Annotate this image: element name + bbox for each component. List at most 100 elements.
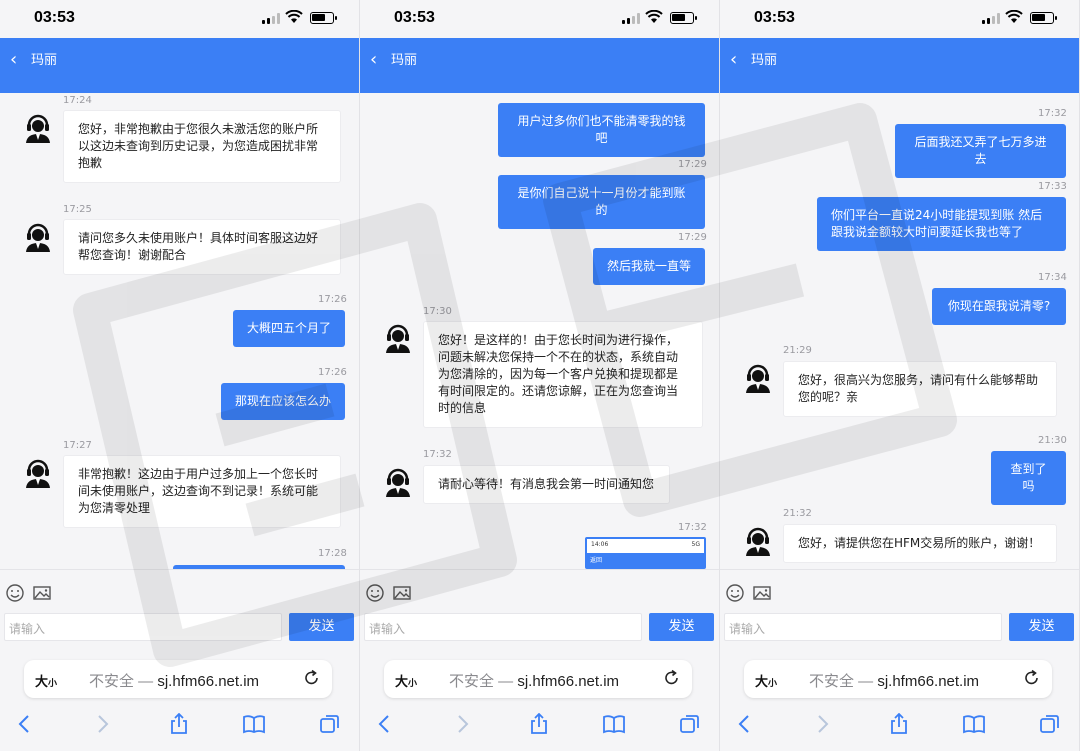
- battery-icon: [1030, 12, 1057, 24]
- back-chevron-icon[interactable]: ‹: [730, 49, 737, 70]
- outgoing-message-bubble: 查到了吗: [991, 451, 1066, 505]
- forward-icon[interactable]: [91, 713, 113, 735]
- contact-name: 玛丽: [391, 53, 418, 68]
- outgoing-message-bubble: 你们平台一直说24小时能提现到账 然后跟我说金额较大时间要延长我也等了: [817, 197, 1066, 251]
- status-bar: 03:53: [0, 0, 359, 38]
- url-display: 不安全 — sj.hfm66.net.im: [449, 670, 619, 691]
- browser-address-bar: 大小 不安全 — sj.hfm66.net.im: [0, 655, 359, 705]
- url-field[interactable]: 大小 不安全 — sj.hfm66.net.im: [24, 660, 332, 698]
- tabs-icon[interactable]: [1039, 713, 1061, 735]
- back-icon[interactable]: [14, 713, 36, 735]
- chat-area[interactable]: 17:32 后面我还又弄了七万多进去 17:33 你们平台一直说24小时能提现到…: [720, 93, 1079, 569]
- chat-area[interactable]: 用户过多你们也不能清零我的钱吧 17:29 是你们自己说十一月份才能到账的 17…: [360, 93, 719, 569]
- agent-avatar-icon: [26, 223, 50, 252]
- text-size-button[interactable]: 大小: [395, 671, 417, 690]
- outgoing-message-bubble: 大概四五个月了: [233, 310, 345, 347]
- message-timestamp: 17:28: [318, 548, 347, 559]
- text-size-large-label: 大: [35, 675, 49, 690]
- message-composer: 请输入 发送: [360, 569, 719, 655]
- incoming-message-bubble: 您好，很高兴为您服务，请问有什么能够帮助您的呢？亲: [783, 361, 1057, 417]
- forward-icon[interactable]: [451, 713, 473, 735]
- tabs-icon[interactable]: [319, 713, 341, 735]
- insecure-label: 不安全 —: [449, 673, 514, 690]
- send-button[interactable]: 发送: [649, 613, 714, 641]
- browser-toolbar: [360, 705, 719, 751]
- text-size-small-label: 小: [408, 679, 418, 689]
- message-timestamp: 17:30: [423, 306, 452, 317]
- agent-avatar-icon: [26, 459, 50, 488]
- back-icon[interactable]: [734, 713, 756, 735]
- message-timestamp: 17:27: [63, 440, 92, 451]
- send-button[interactable]: 发送: [1009, 613, 1074, 641]
- emoji-icon[interactable]: [725, 583, 745, 603]
- image-icon[interactable]: [32, 583, 52, 603]
- emoji-icon[interactable]: [365, 583, 385, 603]
- phone-screen-1: 03:53 ‹ 玛丽 17:24 您好，非常抱歉由于您很久未激活您的账户所以这边…: [0, 0, 360, 751]
- reload-icon[interactable]: [1023, 669, 1041, 687]
- outgoing-message-bubble: 你现在跟我说清零?: [932, 288, 1066, 325]
- battery-icon: [670, 12, 697, 24]
- bookmarks-icon[interactable]: [603, 713, 625, 735]
- back-chevron-icon[interactable]: ‹: [370, 49, 377, 70]
- thumbnail-time: 14:06: [591, 541, 609, 548]
- incoming-message-bubble: 您好！是这样的！由于您长时间为进行操作，问题未解决您保持一个不在的状态，系统自动…: [423, 321, 703, 428]
- message-input[interactable]: 请输入: [4, 613, 282, 641]
- message-composer: 请输入 发送: [0, 569, 359, 655]
- url-text: sj.hfm66.net.im: [157, 673, 260, 690]
- cellular-signal-icon: [622, 13, 640, 24]
- message-composer: 请输入 发送: [720, 569, 1079, 655]
- incoming-message-bubble: 请耐心等待！有消息我会第一时间通知您: [423, 465, 670, 504]
- browser-toolbar: [720, 705, 1079, 751]
- thumbnail-back-label: 返回: [590, 557, 603, 564]
- url-field[interactable]: 大小 不安全 — sj.hfm66.net.im: [744, 660, 1052, 698]
- status-time: 03:53: [34, 9, 75, 26]
- message-timestamp: 17:25: [63, 204, 92, 215]
- image-message-thumbnail[interactable]: 14:06 5G 返回: [585, 537, 706, 569]
- thumbnail-statusbar: 14:06 5G: [587, 539, 704, 553]
- message-input[interactable]: 请输入: [364, 613, 642, 641]
- incoming-message-bubble: 您好，请提供您在HFM交易所的账户，谢谢！: [783, 524, 1057, 563]
- chat-header: ‹ 玛丽: [360, 38, 719, 93]
- url-display: 不安全 — sj.hfm66.net.im: [809, 670, 979, 691]
- image-icon[interactable]: [752, 583, 772, 603]
- contact-name: 玛丽: [751, 53, 778, 68]
- message-input[interactable]: 请输入: [724, 613, 1002, 641]
- tabs-icon[interactable]: [679, 713, 701, 735]
- message-timestamp: 17:26: [318, 367, 347, 378]
- thumbnail-status: 5G: [691, 541, 700, 548]
- text-size-button[interactable]: 大小: [35, 671, 57, 690]
- incoming-message-bubble: 请问您多久未使用账户！具体时间客服这边好帮您查询！谢谢配合: [63, 219, 341, 275]
- url-field[interactable]: 大小 不安全 — sj.hfm66.net.im: [384, 660, 692, 698]
- message-timestamp: 17:29: [678, 159, 707, 170]
- contact-name: 玛丽: [31, 53, 58, 68]
- wifi-icon: [1005, 10, 1023, 23]
- image-icon[interactable]: [392, 583, 412, 603]
- text-size-button[interactable]: 大小: [755, 671, 777, 690]
- bookmarks-icon[interactable]: [963, 713, 985, 735]
- wifi-icon: [285, 10, 303, 23]
- agent-avatar-icon: [746, 527, 770, 556]
- agent-avatar-icon: [386, 324, 410, 353]
- outgoing-message-bubble: 那现在应该怎么办: [221, 383, 345, 420]
- url-text: sj.hfm66.net.im: [877, 673, 980, 690]
- back-chevron-icon[interactable]: ‹: [10, 49, 17, 70]
- status-time: 03:53: [754, 9, 795, 26]
- reload-icon[interactable]: [303, 669, 321, 687]
- forward-icon[interactable]: [811, 713, 833, 735]
- text-size-small-label: 小: [48, 679, 58, 689]
- chat-area[interactable]: 17:24 您好，非常抱歉由于您很久未激活您的账户所以这边未查询到历史记录，为您…: [0, 93, 359, 569]
- share-icon[interactable]: [528, 713, 550, 735]
- url-display: 不安全 — sj.hfm66.net.im: [89, 670, 259, 691]
- browser-address-bar: 大小 不安全 — sj.hfm66.net.im: [360, 655, 719, 705]
- send-button[interactable]: 发送: [289, 613, 354, 641]
- share-icon[interactable]: [888, 713, 910, 735]
- share-icon[interactable]: [168, 713, 190, 735]
- back-icon[interactable]: [374, 713, 396, 735]
- bookmarks-icon[interactable]: [243, 713, 265, 735]
- outgoing-message-bubble: 是你们自己说十一月份才能到账的: [498, 175, 705, 229]
- text-size-small-label: 小: [768, 679, 778, 689]
- chat-header: ‹ 玛丽: [0, 38, 359, 93]
- message-timestamp: 21:29: [783, 345, 812, 356]
- reload-icon[interactable]: [663, 669, 681, 687]
- emoji-icon[interactable]: [5, 583, 25, 603]
